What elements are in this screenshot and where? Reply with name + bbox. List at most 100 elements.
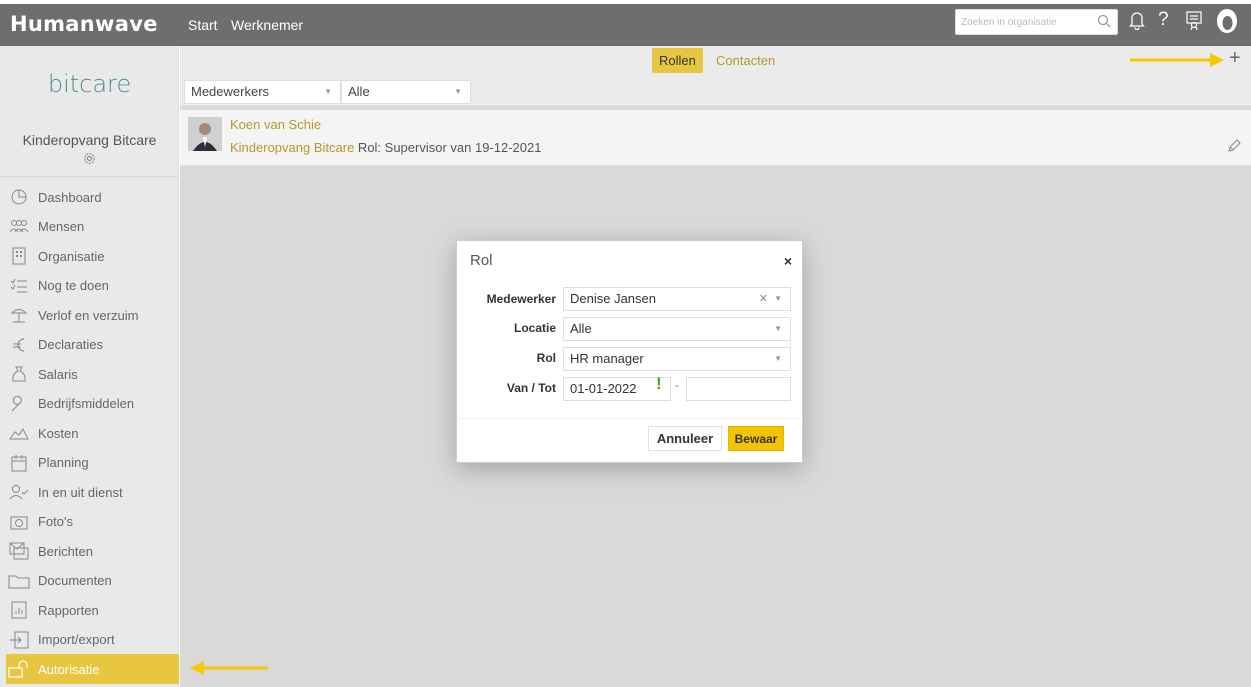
sidebar-item-kosten[interactable]: Kosten xyxy=(6,418,179,448)
certificate-icon[interactable] xyxy=(1184,10,1204,33)
sidebar-item-salaris[interactable]: Salaris xyxy=(6,359,179,389)
tot-date-input[interactable] xyxy=(686,377,791,401)
locatie-label: Locatie xyxy=(513,321,556,335)
money-bag-icon xyxy=(8,363,30,385)
sidebar-item-label: Verlof en verzuim xyxy=(38,307,139,323)
van-tot-label: Van / Tot xyxy=(506,381,556,395)
avatar xyxy=(188,117,222,151)
pencil-icon[interactable] xyxy=(1226,138,1242,157)
medewerker-select[interactable]: Denise Jansen ✕ ▼ xyxy=(563,287,791,311)
tab-contacten[interactable]: Contacten xyxy=(716,48,775,73)
camera-icon xyxy=(8,511,30,533)
sidebar-item-label: Documenten xyxy=(38,573,112,588)
sidebar-item-import-export[interactable]: Import/export xyxy=(6,625,179,655)
people-icon xyxy=(8,216,30,238)
user-avatar-icon[interactable] xyxy=(1215,8,1239,37)
sidebar-item-planning[interactable]: Planning xyxy=(6,448,179,478)
sidebar-item-label: Kosten xyxy=(38,425,79,441)
clear-icon[interactable]: ✕ xyxy=(759,288,768,310)
sidebar-item-bedrijfsmiddelen[interactable]: Bedrijfsmiddelen xyxy=(6,389,179,419)
import-export-icon xyxy=(8,629,30,651)
sidebar-item-documenten[interactable]: Documenten xyxy=(6,566,179,596)
sidebar-item-label: Bedrijfsmiddelen xyxy=(38,396,135,411)
help-icon[interactable]: ? xyxy=(1158,9,1169,31)
beach-icon xyxy=(8,304,30,326)
person-role: Kinderopvang Bitcare Rol: Supervisor van… xyxy=(230,140,541,155)
medewerker-value: Denise Jansen xyxy=(570,291,656,306)
cancel-button[interactable]: Annuleer xyxy=(648,426,722,451)
van-date-value: 01-01-2022 xyxy=(570,381,637,396)
scope-filter-select[interactable]: Alle ▼ xyxy=(341,80,471,104)
locatie-select[interactable]: Alle ▼ xyxy=(563,317,791,341)
role-org-link[interactable]: Kinderopvang Bitcare xyxy=(230,140,354,155)
sidebar-item-autorisatie[interactable]: Autorisatie xyxy=(6,654,179,684)
locatie-value: Alle xyxy=(570,321,592,336)
sidebar-item-label: Mensen xyxy=(38,219,85,234)
sidebar-item-organisatie[interactable]: Organisatie xyxy=(6,241,179,271)
report-icon xyxy=(8,599,30,621)
euro-icon xyxy=(8,334,30,356)
organisation-name: Kinderopvang Bitcare xyxy=(22,132,157,148)
person-name-link[interactable]: Koen van Schie xyxy=(230,117,321,132)
sidebar-item-in-en-uit-dienst[interactable]: In en uit dienst xyxy=(6,477,179,507)
role-detail: Rol: Supervisor van 19-12-2021 xyxy=(354,140,542,155)
sidebar-item-berichten[interactable]: Berichten xyxy=(6,536,179,566)
save-button[interactable]: Bewaar xyxy=(728,426,784,451)
app-logo[interactable]: Humanwave xyxy=(10,12,158,36)
sidebar-item-label: In en uit dienst xyxy=(38,484,123,500)
brand-logo: bitcare xyxy=(47,70,132,98)
unlock-icon xyxy=(8,658,30,680)
sidebar-item-label: Organisatie xyxy=(38,248,105,264)
gear-icon[interactable] xyxy=(83,152,96,168)
medewerker-label: Medewerker xyxy=(486,292,556,306)
sidebar-item-nog-te-doen[interactable]: Nog te doen xyxy=(6,271,179,301)
type-filter-select[interactable]: Medewerkers ▼ xyxy=(184,80,341,104)
sidebar-item-label: Berichten xyxy=(38,543,93,559)
sidebar-item-label: Salaris xyxy=(38,366,78,382)
checklist-icon xyxy=(8,275,30,297)
annotation-arrow-right-icon xyxy=(1130,53,1224,67)
nav-werknemer[interactable]: Werknemer xyxy=(231,17,303,33)
date-separator: - xyxy=(675,378,679,392)
dialog-title: Rol xyxy=(470,252,493,269)
chevron-down-icon: ▼ xyxy=(454,87,462,96)
close-icon[interactable]: × xyxy=(784,253,792,269)
calendar-icon xyxy=(8,452,30,474)
nav-start[interactable]: Start xyxy=(188,17,218,33)
chevron-down-icon: ▼ xyxy=(774,294,782,303)
sidebar-item-label: Dashboard xyxy=(38,189,102,205)
rol-select[interactable]: HR manager ▼ xyxy=(563,347,791,371)
role-row[interactable] xyxy=(180,110,1251,166)
chevron-down-icon: ▼ xyxy=(774,354,782,363)
sidebar-item-mensen[interactable]: Mensen xyxy=(6,212,179,242)
rol-value: HR manager xyxy=(570,351,644,366)
building-icon xyxy=(8,245,30,267)
sidebar-item-label: Autorisatie xyxy=(38,661,100,677)
chart-icon xyxy=(8,422,30,444)
add-button[interactable]: + xyxy=(1229,47,1241,70)
sidebar-item-label: Rapporten xyxy=(38,602,99,618)
sidebar-item-label: Nog te doen xyxy=(38,278,109,293)
sidebar-item-declaraties[interactable]: Declaraties xyxy=(6,330,179,360)
search-box[interactable] xyxy=(955,9,1118,35)
search-icon[interactable] xyxy=(1097,14,1111,31)
annotation-arrow-left-icon xyxy=(190,661,268,675)
sidebar-item-rapporten[interactable]: Rapporten xyxy=(6,595,179,625)
tab-rollen[interactable]: Rollen xyxy=(652,48,703,73)
sidebar-item-foto-s[interactable]: Foto's xyxy=(6,507,179,537)
wrench-icon xyxy=(8,393,30,415)
warning-icon: ! xyxy=(656,374,662,393)
chevron-down-icon: ▼ xyxy=(324,87,332,96)
bell-icon[interactable] xyxy=(1128,10,1146,33)
dashboard-icon xyxy=(8,186,30,208)
sidebar-item-verlof-en-verzuim[interactable]: Verlof en verzuim xyxy=(6,300,179,330)
person-check-icon xyxy=(8,481,30,503)
sidebar-item-label: Planning xyxy=(38,455,89,470)
messages-icon xyxy=(8,540,30,562)
sidebar-item-dashboard[interactable]: Dashboard xyxy=(6,182,179,212)
sidebar-item-label: Declaraties xyxy=(38,337,104,352)
folder-icon xyxy=(8,570,30,592)
van-date-input[interactable]: 01-01-2022 xyxy=(563,377,671,401)
sidebar-item-label: Foto's xyxy=(38,514,73,529)
search-input[interactable] xyxy=(956,10,1091,34)
